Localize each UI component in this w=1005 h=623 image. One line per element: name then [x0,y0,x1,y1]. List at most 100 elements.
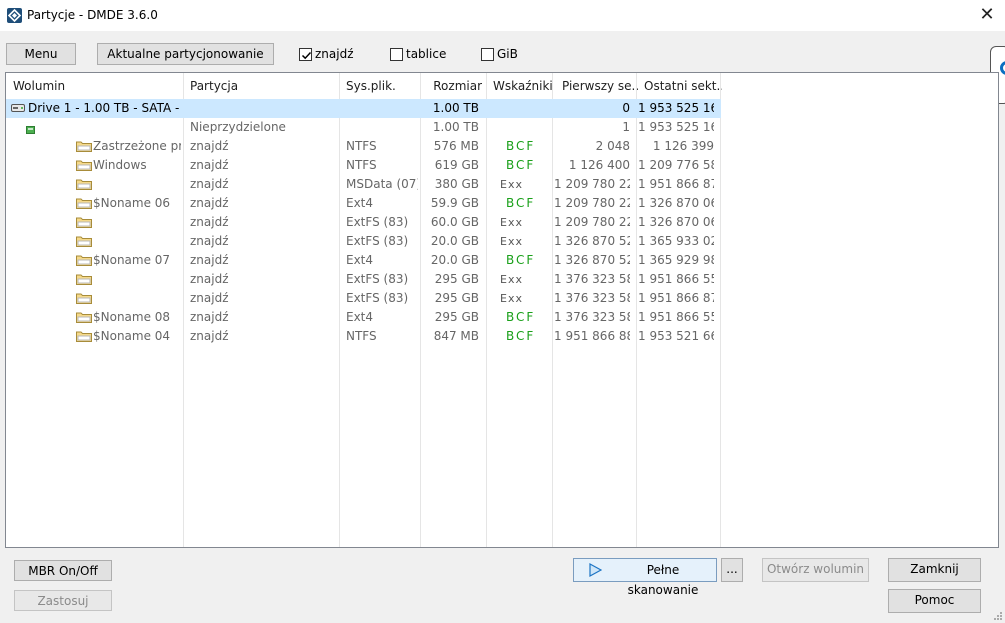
cell-last-sector: 1 953 521 663 [638,329,714,343]
cell-size: 1.00 TB [432,120,479,134]
cell-first-sector: 1 209 780 224 [554,215,630,229]
window-title: Partycje - DMDE 3.6.0 [27,8,158,22]
resize-grip-icon[interactable] [993,611,1003,621]
cell-flags: BCF [506,196,536,210]
gib-checkbox-box[interactable] [481,48,494,61]
cell-last-sector: 1 951 866 879 [638,177,714,191]
cell-volume: Windows [93,158,147,172]
mbr-toggle-button[interactable]: MBR On/Off [14,560,112,581]
cell-first-sector: 1 376 323 584 [554,272,630,286]
cell-filesystem: MSData (07) [346,177,418,191]
cell-first-sector: 2 048 [595,139,630,153]
column-header-volume[interactable]: Wolumin [13,73,183,99]
cell-partition: znajdź [190,253,229,267]
table-row[interactable]: Windows znajdź NTFS 619 GB BCF 1 126 400 1 209… [6,156,721,175]
more-options-button[interactable]: ... [721,558,743,582]
close-button[interactable]: Zamknij [888,558,981,582]
cell-last-sector: 1 365 929 983 [638,253,714,267]
cell-filesystem: ExtFS (83) [346,234,409,248]
cell-flags [500,118,550,137]
cell-volume: $Noname 04 [93,329,171,343]
column-header-size[interactable]: Rozmiar [422,73,482,99]
cell-size: 20.0 GB [430,234,479,248]
cell-first-sector: 1 326 870 528 [554,253,630,267]
cell-filesystem: Ext4 [346,310,374,324]
cell-last-sector: 1 326 870 067 [638,215,714,229]
checkmark-icon [301,51,312,60]
table-row[interactable]: $Noname 06 znajdź Ext4 59.9 GB BCF 1 209 780 … [6,194,721,213]
cell-filesystem: NTFS [346,158,377,172]
folder-icon [76,159,92,174]
partition-list[interactable]: Wolumin Partycja Sys.plik. Rozmiar Wskaź… [5,72,999,548]
cell-size: 619 GB [434,158,479,172]
cell-partition: znajdź [190,291,229,305]
cell-last-sector: 1 326 870 063 [638,196,714,210]
table-row[interactable]: $Noname 04 znajdź NTFS 847 MB BCF 1 951 866 8… [6,327,721,346]
cell-first-sector: 1 951 866 880 [554,329,630,343]
table-row[interactable]: Zastrzeżone pr... znajdź NTFS 576 MB BCF 2 04… [6,137,721,156]
tables-checkbox-label: tablice [406,47,447,61]
cell-size: 1.00 TB [432,101,479,115]
column-header-partition[interactable]: Partycja [190,73,340,99]
cell-filesystem: NTFS [346,329,377,343]
column-header-filesystem[interactable]: Sys.plik. [346,73,424,99]
folder-icon [76,235,92,250]
folder-icon [76,311,92,326]
table-row[interactable]: znajdź ExtFS (83) 295 GB Exx 1 376 323 584 1 … [6,270,721,289]
cell-filesystem: Ext4 [346,196,374,210]
cell-first-sector: 1 126 400 [568,158,630,172]
apply-button[interactable]: Zastosuj [14,590,112,611]
cell-flags [500,99,550,118]
cell-partition [190,99,338,118]
cell-flags: Exx [500,178,523,191]
cell-filesystem: ExtFS (83) [346,215,409,229]
cell-filesystem: ExtFS (83) [346,291,409,305]
folder-icon [76,292,92,307]
cell-volume [93,232,181,251]
table-row[interactable]: $Noname 08 znajdź Ext4 295 GB BCF 1 376 323 5… [6,308,721,327]
table-row[interactable]: $Noname 07 znajdź Ext4 20.0 GB BCF 1 326 870 … [6,251,721,270]
cell-volume [93,175,181,194]
find-checkbox-box[interactable] [299,48,312,61]
table-row[interactable]: znajdź ExtFS (83) 295 GB Exx 1 376 323 584 1 … [6,289,721,308]
cell-filesystem: Ext4 [346,253,374,267]
cell-volume: Drive 1 - 1.00 TB - SATA - S... [28,101,181,115]
cell-last-sector: 1 951 866 879 [638,291,714,305]
table-row[interactable]: znajdź ExtFS (83) 60.0 GB Exx 1 209 780 224 1… [6,213,721,232]
menu-button[interactable]: Menu [6,43,76,65]
find-checkbox[interactable]: znajdź [299,46,359,62]
table-row[interactable]: znajdź ExtFS (83) 20.0 GB Exx 1 326 870 528 1… [6,232,721,251]
cell-flags: BCF [506,253,536,267]
cell-size: 295 GB [434,272,479,286]
folder-icon [76,197,92,212]
tables-checkbox[interactable]: tablice [390,46,450,62]
cell-volume: $Noname 07 [93,253,171,267]
open-volume-button[interactable]: Otwórz wolumin [762,558,869,582]
help-button[interactable]: Pomoc [888,589,981,613]
cell-flags: Exx [500,235,523,248]
cell-partition: znajdź [190,158,229,172]
table-row[interactable]: znajdź MSData (07) 380 GB Exx 1 209 780 224 1… [6,175,721,194]
play-icon [589,563,602,577]
current-partitioning-button[interactable]: Aktualne partycjonowanie [97,43,274,65]
cell-partition: Nieprzydzielone [190,120,286,134]
gib-checkbox[interactable]: GiB [481,46,531,62]
cell-size: 847 MB [433,329,479,343]
tables-checkbox-box[interactable] [390,48,403,61]
cell-last-sector: 1 953 525 167 [638,101,714,115]
table-row[interactable]: Nieprzydzielone 1.00 TB 1 1 953 525 167 [6,118,721,137]
full-scan-label: Pełne skanowanie [627,563,699,597]
cell-first-sector: 0 [622,101,630,115]
full-scan-button[interactable]: Pełne skanowanie [573,558,717,597]
column-header-flags[interactable]: Wskaźniki [493,73,555,99]
column-header-last-sector[interactable]: Ostatni sekt... [644,73,722,99]
cell-filesystem [346,99,418,118]
cell-last-sector: 1 126 399 [652,139,714,153]
close-window-icon[interactable]: ✕ [977,4,997,26]
table-row[interactable]: Drive 1 - 1.00 TB - SATA - S... 1.00 TB 01… [6,99,721,118]
column-header-first-sector[interactable]: Pierwszy se... [562,73,640,99]
dmde-app-icon [7,8,22,23]
cell-last-sector: 1 209 776 582 [638,158,714,172]
cell-volume: $Noname 08 [93,310,171,324]
cell-partition: znajdź [190,310,229,324]
